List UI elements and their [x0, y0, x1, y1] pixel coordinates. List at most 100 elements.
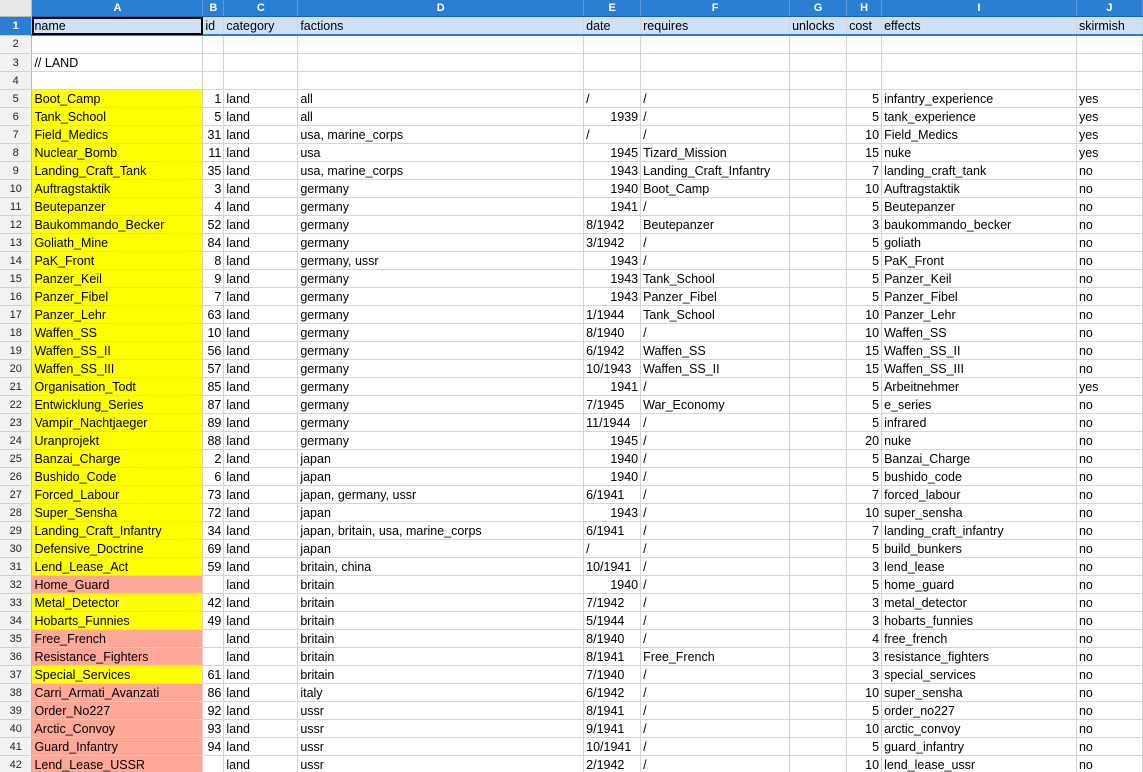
cell-h41[interactable]: 5 [846, 737, 883, 756]
cell-c26[interactable]: land [223, 467, 299, 486]
cell-f24[interactable]: / [640, 431, 791, 450]
cell-f42[interactable]: / [640, 755, 791, 772]
row-header-11[interactable]: 11 [0, 197, 33, 216]
cell-a30[interactable]: Defensive_Doctrine [31, 539, 204, 558]
cell-i31[interactable]: lend_lease [881, 557, 1077, 576]
row-header-12[interactable]: 12 [0, 215, 33, 234]
cell-i9[interactable]: landing_craft_tank [881, 161, 1077, 180]
cell-e3[interactable] [583, 53, 642, 72]
cell-c7[interactable]: land [223, 125, 299, 144]
cell-a41[interactable]: Guard_Infantry [31, 737, 204, 756]
cell-a6[interactable]: Tank_School [31, 107, 204, 126]
cell-j27[interactable]: no [1076, 485, 1143, 504]
cell-i33[interactable]: metal_detector [881, 593, 1077, 612]
cell-e13[interactable]: 3/1942 [583, 233, 642, 252]
row-header-27[interactable]: 27 [0, 485, 33, 504]
cell-a36[interactable]: Resistance_Fighters [31, 647, 204, 666]
cell-f30[interactable]: / [640, 539, 791, 558]
cell-c11[interactable]: land [223, 197, 299, 216]
cell-f21[interactable]: / [640, 377, 791, 396]
cell-d38[interactable]: italy [297, 683, 585, 702]
cell-a25[interactable]: Banzai_Charge [31, 449, 204, 468]
cell-a33[interactable]: Metal_Detector [31, 593, 204, 612]
cell-d25[interactable]: japan [297, 449, 585, 468]
cell-g15[interactable] [789, 269, 848, 288]
cell-d22[interactable]: germany [297, 395, 585, 414]
cell-i5[interactable]: infantry_experience [881, 89, 1077, 108]
cell-e16[interactable]: 1943 [583, 287, 642, 306]
cell-a5[interactable]: Boot_Camp [31, 89, 204, 108]
cell-f2[interactable] [640, 35, 791, 54]
cell-f3[interactable] [640, 53, 791, 72]
cell-a9[interactable]: Landing_Craft_Tank [31, 161, 204, 180]
cell-f37[interactable]: / [640, 665, 791, 684]
cell-i15[interactable]: Panzer_Keil [881, 269, 1077, 288]
cell-g35[interactable] [789, 629, 848, 648]
cell-h40[interactable]: 10 [846, 719, 883, 738]
cell-f20[interactable]: Waffen_SS_II [640, 359, 791, 378]
cell-h31[interactable]: 3 [846, 557, 883, 576]
cell-c37[interactable]: land [223, 665, 299, 684]
cell-e22[interactable]: 7/1945 [583, 395, 642, 414]
cell-i17[interactable]: Panzer_Lehr [881, 305, 1077, 324]
cell-c8[interactable]: land [223, 143, 299, 162]
cell-i35[interactable]: free_french [881, 629, 1077, 648]
cell-g2[interactable] [789, 35, 848, 54]
cell-g34[interactable] [789, 611, 848, 630]
cell-f39[interactable]: / [640, 701, 791, 720]
cell-e15[interactable]: 1943 [583, 269, 642, 288]
cell-h16[interactable]: 5 [846, 287, 883, 306]
cell-g26[interactable] [789, 467, 848, 486]
cell-e8[interactable]: 1945 [583, 143, 642, 162]
cell-g29[interactable] [789, 521, 848, 540]
cell-f14[interactable]: / [640, 251, 791, 270]
cell-j4[interactable] [1076, 71, 1143, 90]
row-header-25[interactable]: 25 [0, 449, 33, 468]
cell-i32[interactable]: home_guard [881, 575, 1077, 594]
cell-f6[interactable]: / [640, 107, 791, 126]
cell-h1[interactable]: cost [846, 16, 883, 36]
cell-g41[interactable] [789, 737, 848, 756]
cell-f28[interactable]: / [640, 503, 791, 522]
cell-e34[interactable]: 5/1944 [583, 611, 642, 630]
cell-c42[interactable]: land [223, 755, 299, 772]
row-header-42[interactable]: 42 [0, 755, 33, 772]
cell-c10[interactable]: land [223, 179, 299, 198]
cell-a23[interactable]: Vampir_Nachtjaeger [31, 413, 204, 432]
cell-a42[interactable]: Lend_Lease_USSR [31, 755, 204, 772]
cell-e17[interactable]: 1/1944 [583, 305, 642, 324]
cell-e23[interactable]: 11/1944 [583, 413, 642, 432]
cell-d36[interactable]: britain [297, 647, 585, 666]
cell-h8[interactable]: 15 [846, 143, 883, 162]
cell-c34[interactable]: land [223, 611, 299, 630]
cell-f32[interactable]: / [640, 575, 791, 594]
row-header-23[interactable]: 23 [0, 413, 33, 432]
cell-h26[interactable]: 5 [846, 467, 883, 486]
cell-b1[interactable]: id [202, 16, 225, 36]
cell-a3[interactable]: // LAND [31, 53, 204, 72]
cell-a24[interactable]: Uranprojekt [31, 431, 204, 450]
cell-b4[interactable] [202, 71, 225, 90]
cell-d34[interactable]: britain [297, 611, 585, 630]
cell-h42[interactable]: 10 [846, 755, 883, 772]
row-header-1[interactable]: 1 [0, 16, 33, 36]
cell-e35[interactable]: 8/1940 [583, 629, 642, 648]
cell-j24[interactable]: no [1076, 431, 1143, 450]
cell-i18[interactable]: Waffen_SS [881, 323, 1077, 342]
row-header-22[interactable]: 22 [0, 395, 33, 414]
cell-h4[interactable] [846, 71, 883, 90]
cell-c33[interactable]: land [223, 593, 299, 612]
cell-i22[interactable]: e_series [881, 395, 1077, 414]
cell-g17[interactable] [789, 305, 848, 324]
cell-j8[interactable]: yes [1076, 143, 1143, 162]
cell-e36[interactable]: 8/1941 [583, 647, 642, 666]
cell-g16[interactable] [789, 287, 848, 306]
cell-i26[interactable]: bushido_code [881, 467, 1077, 486]
cell-g36[interactable] [789, 647, 848, 666]
row-header-28[interactable]: 28 [0, 503, 33, 522]
cell-e32[interactable]: 1940 [583, 575, 642, 594]
row-header-13[interactable]: 13 [0, 233, 33, 252]
cell-b24[interactable]: 88 [202, 431, 225, 450]
cell-a20[interactable]: Waffen_SS_III [31, 359, 204, 378]
cell-d6[interactable]: all [297, 107, 585, 126]
